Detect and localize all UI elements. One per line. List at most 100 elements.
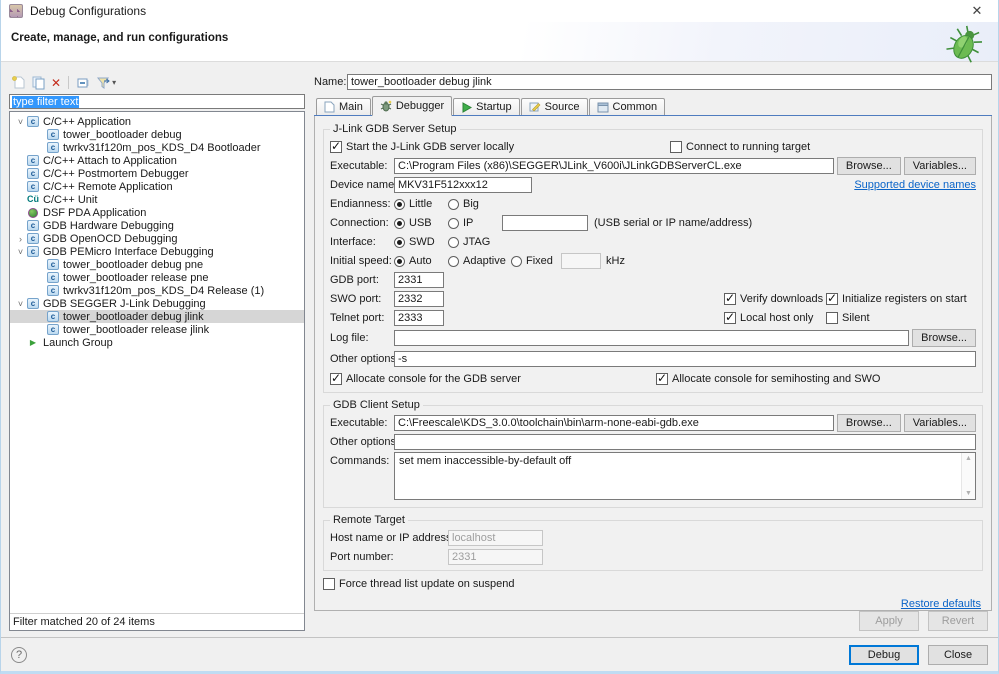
tree-item[interactable]: c C/C++ Postmortem Debugger — [10, 167, 304, 180]
allocate-gdb-console-checkbox[interactable]: Allocate console for the GDB server — [330, 371, 656, 385]
connection-usb-radio[interactable]: USB — [394, 217, 448, 229]
speed-fixed-radio[interactable]: Fixed — [511, 255, 561, 267]
duplicate-configuration-icon[interactable] — [31, 75, 46, 90]
tree-item-label: GDB SEGGER J-Link Debugging — [43, 297, 206, 310]
expanded-chevron-icon[interactable]: ˅ — [14, 299, 27, 309]
server-other-options-label: Other options: — [330, 353, 400, 365]
client-other-options-label: Other options: — [330, 436, 400, 448]
tree-item[interactable]: c tower_bootloader release pne — [10, 271, 304, 284]
revert-button[interactable]: Revert — [928, 611, 988, 631]
play-icon — [462, 101, 473, 113]
tree-item[interactable]: › c GDB OpenOCD Debugging — [10, 232, 304, 245]
connection-hint: (USB serial or IP name/address) — [594, 217, 753, 229]
swo-port-input[interactable]: 2332 — [394, 291, 444, 307]
collapse-all-icon[interactable] — [76, 75, 91, 90]
tree-item[interactable]: c tower_bootloader debug pne — [10, 258, 304, 271]
tab-source[interactable]: Source — [520, 98, 588, 115]
gdb-port-input[interactable]: 2331 — [394, 272, 444, 288]
speed-adaptive-radio[interactable]: Adaptive — [448, 255, 511, 267]
tree-item[interactable]: ˅ c GDB PEMicro Interface Debugging — [10, 245, 304, 258]
device-name-input[interactable]: MKV31F512xxx12 — [394, 177, 532, 193]
commands-scrollbar[interactable]: ▲ ▼ — [961, 453, 975, 499]
tree-toolbar: ✕ ▾ — [9, 74, 305, 94]
c-application-icon: c — [27, 246, 39, 257]
filter-menu-caret-icon[interactable]: ▾ — [112, 78, 116, 87]
client-browse-button[interactable]: Browse... — [836, 414, 901, 432]
commands-textarea[interactable]: set mem inaccessible-by-default off ▲ ▼ — [394, 452, 976, 500]
tree-item[interactable]: c C/C++ Attach to Application — [10, 154, 304, 167]
connection-address-input[interactable] — [502, 215, 588, 231]
initialize-registers-checkbox[interactable]: Initialize registers on start — [826, 291, 976, 305]
name-input[interactable]: tower_bootloader debug jlink — [347, 74, 992, 90]
restore-defaults-link[interactable]: Restore defaults — [901, 598, 981, 610]
tree-item[interactable]: c tower_bootloader release jlink — [10, 323, 304, 336]
start-server-locally-checkbox[interactable]: Start the J-Link GDB server locally — [330, 139, 670, 153]
toolbar-separator — [68, 76, 70, 89]
configuration-detail-panel: Name: tower_bootloader debug jlink Main … — [314, 74, 992, 631]
filter-launch-configurations-icon[interactable]: ▾ — [96, 75, 116, 90]
tree-item[interactable]: c twrkv31f120m_pos_KDS_D4 Release (1) — [10, 284, 304, 297]
interface-jtag-radio[interactable]: JTAG — [448, 236, 490, 248]
server-executable-input[interactable]: C:\Program Files (x86)\SEGGER\JLink_V600… — [394, 158, 834, 174]
close-button[interactable]: Close — [928, 644, 988, 665]
tree-item[interactable]: DSF PDA Application — [10, 206, 304, 219]
supported-device-names-link[interactable]: Supported device names — [854, 179, 976, 191]
tree-item-label: tower_bootloader release jlink — [63, 323, 210, 336]
speed-auto-radio[interactable]: Auto — [394, 255, 448, 267]
help-icon[interactable]: ? — [11, 646, 27, 663]
connection-ip-radio[interactable]: IP — [448, 217, 502, 229]
server-variables-button[interactable]: Variables... — [903, 157, 976, 175]
expanded-chevron-icon[interactable]: ˅ — [14, 117, 27, 127]
silent-checkbox[interactable]: Silent — [826, 312, 976, 324]
client-variables-button[interactable]: Variables... — [903, 414, 976, 432]
tree-item[interactable]: Cü C/C++ Unit — [10, 193, 304, 206]
log-file-browse-button[interactable]: Browse... — [912, 329, 976, 347]
dialog-icon — [9, 4, 23, 18]
local-host-only-checkbox[interactable]: Local host only — [724, 310, 826, 324]
scroll-down-icon[interactable]: ▼ — [965, 490, 972, 497]
tree-item-label: tower_bootloader release pne — [63, 271, 209, 284]
tree-item[interactable]: c tower_bootloader debug — [10, 128, 304, 141]
tree-box: ˅ c C/C++ Application c tower_bootloader deb… — [9, 111, 305, 631]
tree-item[interactable]: ˅ c GDB SEGGER J-Link Debugging — [10, 297, 304, 310]
delete-configuration-icon[interactable]: ✕ — [51, 77, 61, 89]
log-file-input[interactable] — [394, 330, 910, 346]
tab-main[interactable]: Main — [316, 98, 371, 115]
server-other-options-input[interactable]: -s — [394, 351, 976, 367]
force-thread-list-checkbox[interactable]: Force thread list update on suspend — [323, 578, 985, 590]
gdb-client-group: GDB Client Setup Executable: C:\Freescal… — [323, 399, 983, 508]
close-icon[interactable]: ✕ — [964, 3, 990, 19]
window-icon — [597, 102, 608, 112]
client-other-options-input[interactable] — [394, 434, 976, 450]
debug-button[interactable]: Debug — [849, 644, 919, 665]
endianness-big-radio[interactable]: Big — [448, 198, 479, 210]
connection-label: Connection: — [330, 217, 389, 229]
tab-debugger[interactable]: Debugger — [371, 96, 453, 116]
telnet-port-input[interactable]: 2333 — [394, 310, 444, 326]
tree-item[interactable]: c twrkv31f120m_pos_KDS_D4 Bootloader — [10, 141, 304, 154]
filter-input[interactable]: type filter text — [9, 94, 305, 109]
c-application-icon: c — [47, 285, 59, 296]
server-browse-button[interactable]: Browse... — [836, 157, 901, 175]
client-executable-input[interactable]: C:\Freescale\KDS_3.0.0\toolchain\bin\arm… — [394, 415, 834, 431]
tree-item[interactable]: ˅ c C/C++ Application — [10, 115, 304, 128]
host-label: Host name or IP address: — [330, 532, 455, 544]
collapsed-chevron-icon[interactable]: › — [14, 234, 27, 244]
new-configuration-icon[interactable] — [11, 75, 26, 90]
tab-startup[interactable]: Startup — [453, 98, 520, 115]
tree-item[interactable]: ▶ Launch Group — [10, 336, 304, 349]
tree-item[interactable]: c C/C++ Remote Application — [10, 180, 304, 193]
tree-item[interactable]: c tower_bootloader debug jlink — [10, 310, 304, 323]
endianness-little-radio[interactable]: Little — [394, 198, 448, 210]
tree-item[interactable]: c GDB Hardware Debugging — [10, 219, 304, 232]
tab-common[interactable]: Common — [588, 98, 666, 115]
verify-downloads-checkbox[interactable]: Verify downloads — [724, 291, 826, 305]
group-title: J-Link GDB Server Setup — [330, 123, 460, 135]
apply-button[interactable]: Apply — [859, 611, 919, 631]
expanded-chevron-icon[interactable]: ˅ — [14, 247, 27, 257]
interface-swd-radio[interactable]: SWD — [394, 236, 448, 248]
allocate-swo-console-checkbox[interactable]: Allocate console for semihosting and SWO — [656, 371, 881, 385]
scroll-up-icon[interactable]: ▲ — [965, 455, 972, 462]
connect-to-running-target-checkbox[interactable]: Connect to running target — [670, 141, 810, 153]
tree-item-label: tower_bootloader debug pne — [63, 258, 204, 271]
